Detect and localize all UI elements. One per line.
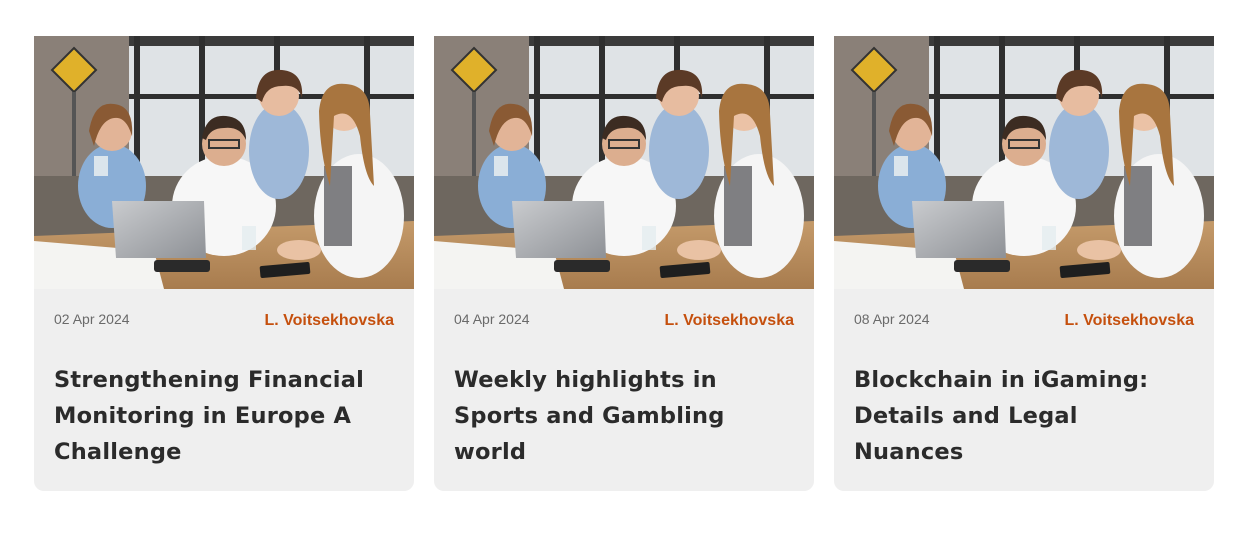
article-meta: 04 Apr 2024 L. Voitsekhovska [454,311,794,331]
article-card[interactable]: 04 Apr 2024 L. Voitsekhovska Weekly high… [434,36,814,491]
article-title[interactable]: Strengthening Financial Monitoring in Eu… [54,362,394,470]
article-date: 04 Apr 2024 [454,311,530,327]
article-date: 08 Apr 2024 [854,311,930,327]
article-thumbnail-image[interactable] [434,36,814,289]
article-author-link[interactable]: L. Voitsekhovska [264,312,394,330]
article-card-list: 02 Apr 2024 L. Voitsekhovska Strengtheni… [34,36,1214,491]
article-meta: 08 Apr 2024 L. Voitsekhovska [854,311,1194,331]
article-thumbnail-image[interactable] [34,36,414,289]
article-title[interactable]: Weekly highlights in Sports and Gambling… [454,362,794,470]
article-title[interactable]: Blockchain in iGaming: Details and Legal… [854,362,1194,470]
article-date: 02 Apr 2024 [54,311,130,327]
article-thumbnail-image[interactable] [834,36,1214,289]
article-card[interactable]: 08 Apr 2024 L. Voitsekhovska Blockchain … [834,36,1214,491]
article-meta: 02 Apr 2024 L. Voitsekhovska [54,311,394,331]
article-card[interactable]: 02 Apr 2024 L. Voitsekhovska Strengtheni… [34,36,414,491]
article-author-link[interactable]: L. Voitsekhovska [664,312,794,330]
article-author-link[interactable]: L. Voitsekhovska [1064,312,1194,330]
